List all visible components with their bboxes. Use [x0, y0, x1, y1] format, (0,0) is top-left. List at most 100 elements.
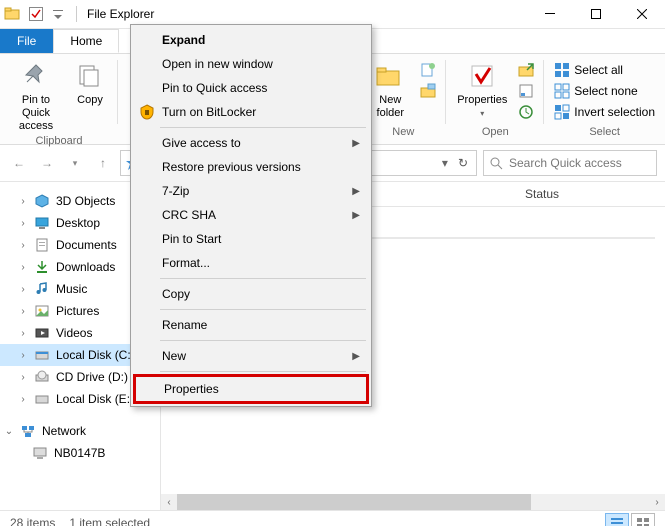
ribbon-group-select: Select all Select none Invert selection … [544, 54, 665, 144]
close-button[interactable] [619, 0, 665, 28]
ribbon-group-new: New folder New [360, 54, 446, 144]
maximize-button[interactable] [573, 0, 619, 28]
sidebar-label: Music [56, 282, 87, 296]
search-box[interactable]: Search Quick access [483, 150, 657, 176]
select-none-button[interactable]: Select none [550, 81, 659, 101]
checkbox-icon [28, 6, 44, 22]
refresh-button[interactable]: ↻ [454, 156, 472, 170]
open-button[interactable] [514, 60, 538, 80]
submenu-arrow-icon: ▶ [352, 351, 360, 362]
group-label-clipboard: Clipboard [35, 135, 82, 149]
separator [76, 6, 77, 22]
sidebar-item-network[interactable]: ⌄Network [0, 420, 160, 442]
ctx-crc-sha[interactable]: CRC SHA▶ [134, 203, 368, 227]
ctx-expand[interactable]: Expand [134, 28, 368, 52]
ctx-pin-start[interactable]: Pin to Start [134, 227, 368, 251]
pin-icon [20, 60, 52, 92]
ctx-format[interactable]: Format... [134, 251, 368, 275]
sidebar-label: Local Disk (E:) [56, 392, 134, 406]
ribbon-group-clipboard: Pin to Quick access Copy Clipboard [0, 54, 118, 144]
scroll-right-button[interactable]: › [649, 494, 665, 510]
network-icon [20, 423, 36, 439]
recent-button[interactable]: ▾ [64, 152, 86, 174]
select-all-label: Select all [574, 63, 623, 77]
sidebar-label: Local Disk (C:) [56, 348, 135, 362]
ctx-7zip[interactable]: 7-Zip▶ [134, 179, 368, 203]
select-all-icon [554, 62, 570, 78]
tab-home[interactable]: Home [53, 29, 119, 53]
scroll-left-button[interactable]: ‹ [161, 494, 177, 510]
ribbon-group-open: Properties ▾ Open [446, 54, 544, 144]
ctx-restore-versions[interactable]: Restore previous versions [134, 155, 368, 179]
ctx-pin-quick-access[interactable]: Pin to Quick access [134, 76, 368, 100]
copy-button[interactable]: Copy [68, 58, 112, 109]
edit-button[interactable] [514, 81, 538, 101]
select-none-icon [554, 83, 570, 99]
status-selected-count: 1 item selected [69, 516, 150, 526]
view-icons-button[interactable] [631, 513, 655, 526]
new-folder-label: New folder [377, 94, 405, 120]
group-label-open: Open [482, 126, 509, 140]
sidebar-label: CD Drive (D:) [56, 370, 128, 384]
pin-quick-label: Pin to Quick access [8, 94, 64, 133]
column-status[interactable]: Status [517, 187, 665, 201]
select-all-button[interactable]: Select all [550, 60, 659, 80]
invert-label: Invert selection [574, 105, 655, 119]
submenu-arrow-icon: ▶ [352, 186, 360, 197]
group-label-new: New [392, 126, 414, 140]
context-menu: Expand Open in new window Pin to Quick a… [130, 24, 372, 407]
scroll-thumb[interactable] [177, 494, 531, 510]
new-item-button[interactable] [416, 60, 440, 80]
search-placeholder: Search Quick access [509, 156, 622, 170]
copy-icon [74, 60, 106, 92]
ctx-separator [160, 127, 366, 128]
cd-drive-icon [34, 369, 50, 385]
drive-icon [34, 347, 50, 363]
properties-icon [466, 60, 498, 92]
horizontal-scrollbar[interactable]: ‹ › [161, 494, 665, 510]
search-icon [490, 157, 503, 170]
sidebar-label: Desktop [56, 216, 100, 230]
ctx-separator [160, 340, 366, 341]
tab-file[interactable]: File [0, 29, 53, 53]
path-dropdown-icon[interactable]: ▾ [442, 156, 448, 170]
submenu-arrow-icon: ▶ [352, 138, 360, 149]
ctx-properties[interactable]: Properties [136, 377, 366, 401]
ctx-copy[interactable]: Copy [134, 282, 368, 306]
bitlocker-icon [139, 104, 155, 120]
ctx-give-access[interactable]: Give access to▶ [134, 131, 368, 155]
computer-icon [32, 445, 48, 461]
ctx-open-new-window[interactable]: Open in new window [134, 52, 368, 76]
edit-icon [518, 83, 534, 99]
drive-icon [34, 391, 50, 407]
easy-access-button[interactable] [416, 81, 440, 101]
ctx-separator [160, 371, 366, 372]
sidebar-label: Documents [56, 238, 117, 252]
ctx-rename[interactable]: Rename [134, 313, 368, 337]
invert-icon [554, 104, 570, 120]
new-folder-button[interactable]: New folder [366, 58, 414, 122]
window-title: File Explorer [87, 7, 154, 21]
videos-icon [34, 325, 50, 341]
properties-button[interactable]: Properties ▾ [452, 58, 512, 122]
history-button[interactable] [514, 102, 538, 122]
ctx-separator [160, 278, 366, 279]
ctx-new[interactable]: New▶ [134, 344, 368, 368]
view-details-button[interactable] [605, 513, 629, 526]
back-button[interactable]: ← [8, 152, 30, 174]
sidebar-label: Downloads [56, 260, 115, 274]
ctx-bitlocker[interactable]: Turn on BitLocker [134, 100, 368, 124]
sidebar-label: Videos [56, 326, 92, 340]
invert-selection-button[interactable]: Invert selection [550, 102, 659, 122]
music-icon [34, 281, 50, 297]
up-button[interactable]: ↑ [92, 152, 114, 174]
chevron-down-icon: ▾ [480, 107, 484, 120]
3d-objects-icon [34, 193, 50, 209]
qat-overflow-icon[interactable] [52, 6, 68, 22]
minimize-button[interactable] [527, 0, 573, 28]
pin-quick-access-button[interactable]: Pin to Quick access [6, 58, 66, 135]
forward-button[interactable]: → [36, 152, 58, 174]
sidebar-item-network-pc[interactable]: NB0147B [0, 442, 160, 464]
scroll-track[interactable] [177, 494, 649, 510]
select-none-label: Select none [574, 84, 637, 98]
